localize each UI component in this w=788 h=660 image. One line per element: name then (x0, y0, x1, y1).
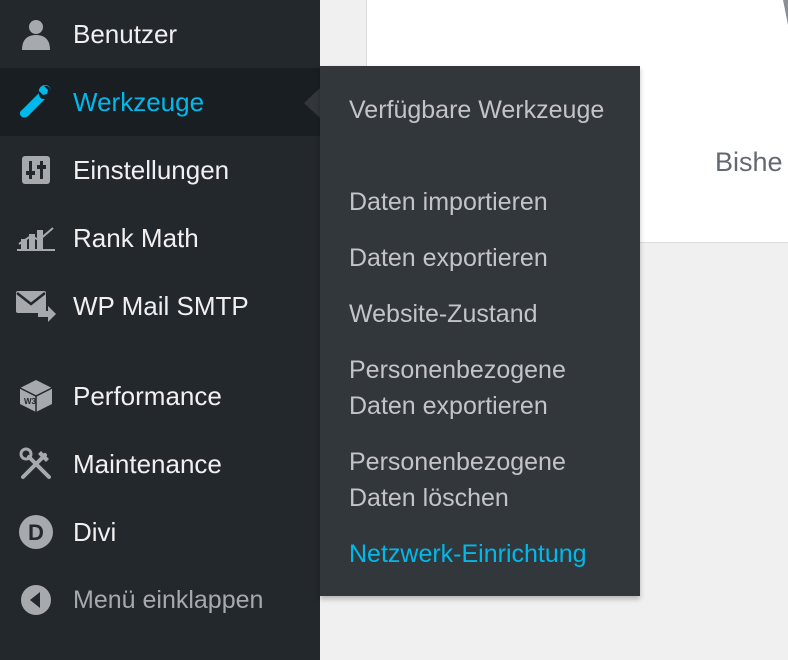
admin-page: Bishe Benutzer Werkzeuge Einstellungen R… (0, 0, 788, 660)
mail-arrow-icon (16, 286, 56, 326)
submenu-item-personenbezogene-daten-loeschen[interactable]: Personenbezogene Daten löschen (349, 444, 629, 516)
svg-text:D: D (28, 520, 44, 545)
sidebar-item-werkzeuge[interactable]: Werkzeuge (0, 68, 320, 136)
submenu-item-website-zustand[interactable]: Website-Zustand (349, 296, 629, 332)
sidebar-item-label: Einstellungen (73, 154, 230, 185)
users-icon (16, 14, 56, 54)
submenu-item-netzwerk-einrichtung[interactable]: Netzwerk-Einrichtung (349, 536, 629, 572)
werkzeuge-submenu: Verfügbare Werkzeuge Daten importieren D… (320, 66, 640, 596)
sidebar-item-label: Maintenance (73, 448, 222, 479)
sidebar-item-label: WP Mail SMTP (73, 290, 249, 321)
w3-cube-icon: W3 (16, 376, 56, 416)
settings-sliders-icon (16, 150, 56, 190)
sidebar-item-benutzer[interactable]: Benutzer (0, 0, 320, 68)
sidebar-item-label: Performance (73, 380, 222, 411)
collapse-menu-button[interactable]: Menü einklappen (0, 566, 320, 634)
rank-math-icon (16, 218, 56, 258)
partial-logo-icon (783, 0, 788, 25)
divi-d-icon: D (16, 512, 56, 552)
collapse-arrow-icon (16, 580, 56, 620)
wrench-icon (16, 82, 56, 122)
submenu-item-daten-exportieren[interactable]: Daten exportieren (349, 240, 629, 276)
admin-sidebar: Benutzer Werkzeuge Einstellungen Rank Ma… (0, 0, 320, 660)
sidebar-item-performance[interactable]: W3 Performance (0, 362, 320, 430)
sidebar-item-label: Werkzeuge (73, 86, 205, 117)
card-partial-text: Bishe (715, 147, 783, 177)
svg-text:W3: W3 (24, 397, 37, 406)
sidebar-item-rank-math[interactable]: Rank Math (0, 204, 320, 272)
sidebar-item-divi[interactable]: D Divi (0, 498, 320, 566)
sidebar-item-maintenance[interactable]: Maintenance (0, 430, 320, 498)
sidebar-item-label: Divi (73, 516, 117, 547)
sidebar-item-einstellungen[interactable]: Einstellungen (0, 136, 320, 204)
flyout-pointer (304, 88, 320, 118)
sidebar-item-wp-mail-smtp[interactable]: WP Mail SMTP (0, 272, 320, 340)
collapse-menu-label: Menü einklappen (73, 585, 264, 614)
submenu-item-daten-importieren[interactable]: Daten importieren (349, 184, 629, 220)
sidebar-item-label: Rank Math (73, 222, 199, 253)
submenu-item-verfuegbare-werkzeuge[interactable]: Verfügbare Werkzeuge (349, 92, 629, 128)
sidebar-item-label: Benutzer (73, 18, 178, 49)
crossed-tools-icon (16, 444, 56, 484)
submenu-item-personenbezogene-daten-exportieren[interactable]: Personenbezogene Daten exportieren (349, 352, 629, 424)
